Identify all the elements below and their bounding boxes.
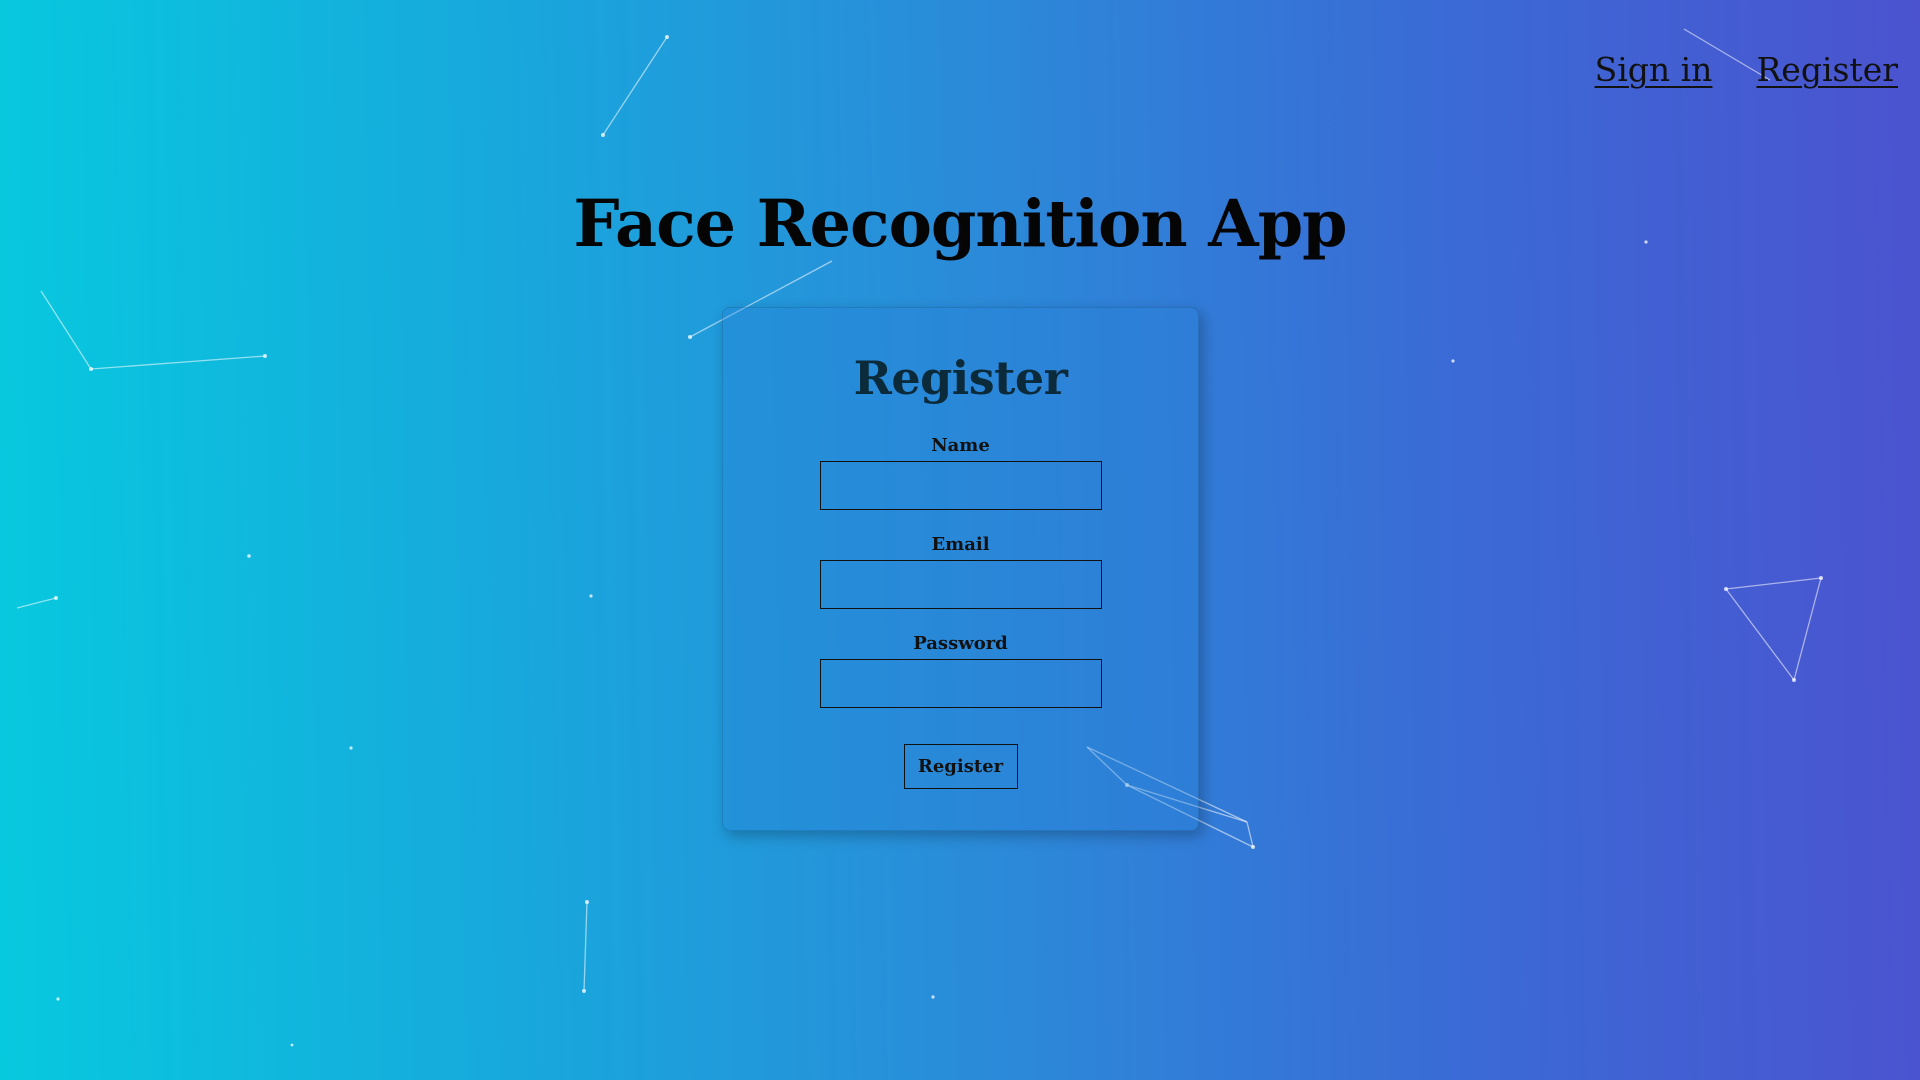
top-nav: Sign in Register [1595,50,1898,89]
email-label: Email [931,534,990,555]
name-input[interactable] [819,461,1102,510]
sign-in-link[interactable]: Sign in [1595,50,1713,89]
password-label: Password [913,633,1008,654]
register-submit-button[interactable]: Register [903,744,1018,789]
app-title: Face Recognition App [573,186,1347,262]
password-input[interactable] [819,659,1102,708]
register-card: Register Name Email Password Register [722,307,1199,831]
email-field-group: Email [723,534,1198,609]
email-input[interactable] [819,560,1102,609]
name-label: Name [931,435,990,456]
name-field-group: Name [723,435,1198,510]
register-form-title: Register [853,351,1068,405]
register-link[interactable]: Register [1756,50,1898,89]
password-field-group: Password [723,633,1198,708]
